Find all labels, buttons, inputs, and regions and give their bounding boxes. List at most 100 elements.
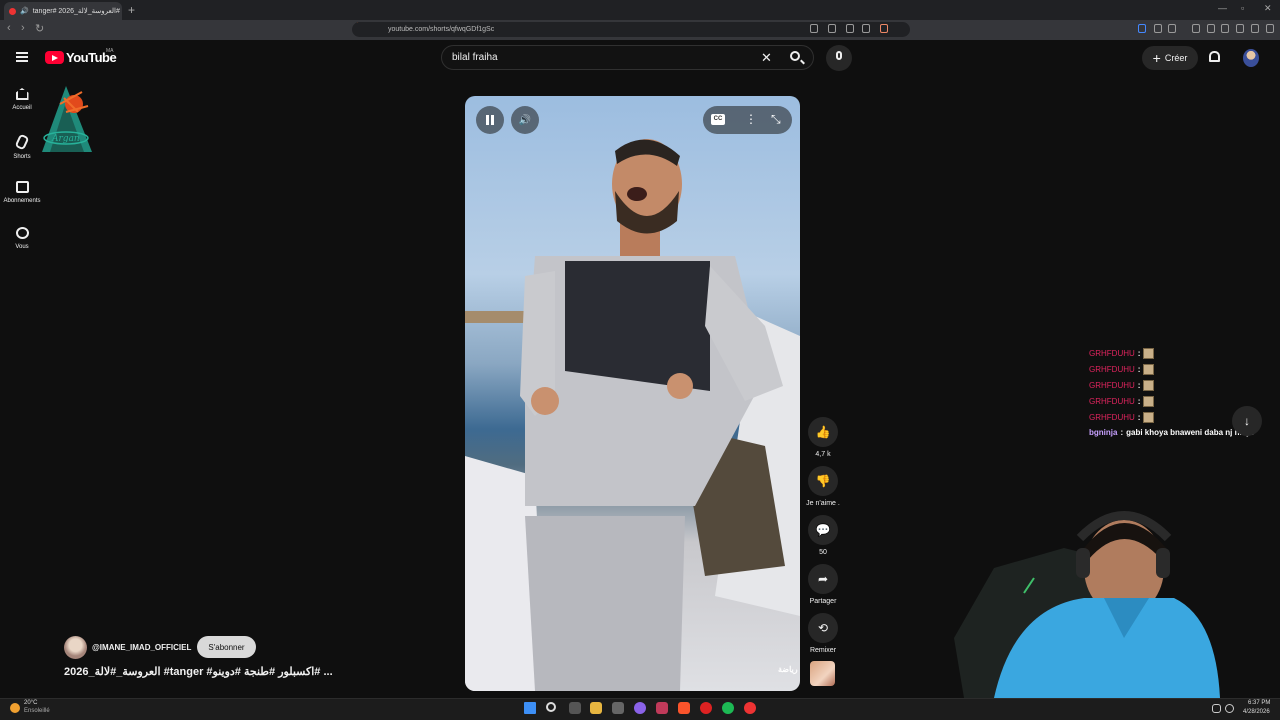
network-icon[interactable] — [1212, 704, 1221, 713]
clock-time[interactable]: 6:37 PM — [1248, 700, 1270, 706]
window-close-icon[interactable]: ✕ — [1264, 3, 1272, 14]
share-label: Partager — [809, 598, 837, 605]
pause-button[interactable] — [476, 106, 504, 134]
share-icon[interactable] — [862, 24, 870, 33]
extension-icon[interactable] — [1154, 24, 1162, 33]
create-button[interactable]: + Créer — [1142, 46, 1198, 70]
task-view-icon[interactable] — [569, 702, 581, 714]
video-title[interactable]: 2026_العروسة_#لالة #tanger #اكسبلور #طنج… — [64, 665, 364, 678]
start-menu-icon[interactable] — [524, 702, 536, 714]
channel-name[interactable]: @IMANE_IMAD_OFFICIEL — [92, 643, 191, 652]
forward-icon[interactable]: › — [21, 22, 25, 34]
recording-icon — [9, 7, 16, 15]
media-icon[interactable] — [1192, 24, 1200, 33]
next-video-button[interactable]: ↓ — [1232, 406, 1262, 436]
comment-icon: 💬 — [815, 523, 831, 537]
thumbs-up-icon: 👍 — [815, 425, 831, 439]
volume-button[interactable]: 🔊 — [511, 106, 539, 134]
chat-username: GRHFDUHU — [1089, 365, 1135, 374]
zoom-icon[interactable] — [846, 24, 854, 33]
brave-browser-icon[interactable] — [678, 702, 690, 714]
short-video-player[interactable] — [465, 96, 800, 691]
app-icon[interactable] — [656, 702, 668, 714]
emote-icon — [1143, 380, 1155, 391]
remix-label: Remixer — [809, 647, 837, 654]
captions-icon[interactable]: CC — [711, 114, 725, 125]
wallet-icon[interactable] — [1236, 24, 1244, 33]
search-icon[interactable] — [790, 51, 800, 61]
chat-username: GRHFDUHU — [1089, 397, 1135, 406]
subscriptions-icon — [15, 181, 29, 193]
argan-logo-text: Argan — [51, 134, 80, 144]
subscribe-button[interactable]: S'abonner — [197, 636, 256, 658]
new-tab-icon[interactable]: + — [128, 3, 135, 17]
notifications-bell-icon[interactable] — [1209, 51, 1220, 62]
file-explorer-icon[interactable] — [590, 702, 602, 714]
sun-icon[interactable] — [10, 703, 20, 713]
dislike-button[interactable]: 👎 — [808, 466, 838, 496]
comments-count: 50 — [819, 549, 827, 556]
hamburger-menu-icon[interactable] — [16, 52, 28, 62]
remix-button[interactable]: ⟲ — [808, 613, 838, 643]
clear-search-icon[interactable]: ✕ — [761, 50, 772, 66]
brave-shield-icon[interactable] — [880, 24, 888, 33]
url-text: youtube.com/shorts/qfwqGDf1gSc — [388, 26, 495, 33]
sidebar-item-label: Shorts — [13, 154, 31, 160]
thumbs-down-icon: 👎 — [815, 474, 831, 488]
discord-icon[interactable] — [634, 702, 646, 714]
browser-tab[interactable]: 🔊 tanger# 2026_العروسة_لالة# ✕ — [4, 2, 122, 20]
reader-icon[interactable] — [1168, 24, 1176, 33]
share-arrow-icon: ➦ — [817, 572, 829, 586]
reload-icon[interactable]: ↻ — [35, 22, 44, 35]
weather-temperature[interactable]: 20°C — [24, 700, 37, 706]
like-button[interactable]: 👍 — [808, 417, 838, 447]
search-input[interactable]: bilal fraiha — [452, 52, 498, 63]
back-icon[interactable]: ‹ — [7, 22, 11, 34]
search-taskbar-icon[interactable] — [546, 702, 556, 712]
argan-logo: Argan — [42, 86, 92, 152]
browser-menu-icon[interactable] — [1266, 24, 1274, 33]
sound-thumbnail[interactable] — [810, 661, 835, 686]
sidebar-item-you[interactable]: Vous — [0, 227, 44, 250]
sidebar-item-subscriptions[interactable]: Abonnements — [0, 181, 44, 204]
spotify-icon[interactable] — [722, 702, 734, 714]
speaker-tray-icon[interactable] — [1225, 704, 1234, 713]
streamer-webcam — [954, 511, 1220, 698]
clock-date[interactable]: 4/28/2026 — [1243, 709, 1270, 715]
cast-icon[interactable] — [828, 24, 836, 33]
address-bar[interactable]: youtube.com/shorts/qfwqGDf1gSc — [352, 22, 910, 37]
translate-icon[interactable] — [810, 24, 818, 33]
fullscreen-icon[interactable]: ⤡ — [771, 112, 781, 127]
youtube-logo-icon[interactable] — [45, 51, 64, 64]
country-code: MA — [106, 48, 114, 54]
sidebar-item-label: Abonnements — [3, 198, 41, 204]
browser-tab-strip — [0, 0, 1280, 20]
shield-icon[interactable] — [1251, 24, 1259, 33]
microphone-icon — [836, 51, 842, 60]
volume-icon: 🔊 — [518, 114, 532, 126]
comments-button[interactable]: 💬 — [808, 515, 838, 545]
remix-icon: ⟲ — [817, 621, 829, 635]
account-avatar[interactable] — [1243, 49, 1259, 67]
app-icon[interactable] — [700, 702, 712, 714]
arrow-down-icon: ↓ — [1244, 414, 1250, 428]
maximize-icon[interactable]: ▫ — [1241, 3, 1244, 13]
sidebar-toggle-icon[interactable] — [1207, 24, 1215, 33]
chat-message: GRHFDUHU : — [1089, 348, 1155, 359]
tabs-icon[interactable] — [1221, 24, 1229, 33]
minimize-icon[interactable]: — — [1218, 3, 1227, 13]
chat-separator: : — [1120, 428, 1124, 437]
weather-condition[interactable]: Ensoleillé — [24, 708, 50, 714]
share-button[interactable]: ➦ — [808, 564, 838, 594]
emote-icon — [1143, 364, 1155, 375]
home-icon — [15, 88, 29, 100]
chat-message: GRHFDUHU : — [1089, 412, 1155, 423]
vpn-icon[interactable] — [1138, 24, 1146, 33]
app-icon[interactable] — [612, 702, 624, 714]
chat-message: bgninja : gabi khoya bnaweni daba nj nin… — [1089, 428, 1253, 437]
tab-title: tanger# 2026_العروسة_لالة# — [32, 8, 120, 15]
obs-icon[interactable] — [744, 702, 756, 714]
more-options-icon[interactable]: ⋮ — [745, 112, 757, 126]
pause-icon — [486, 115, 494, 125]
channel-avatar[interactable] — [64, 636, 87, 659]
